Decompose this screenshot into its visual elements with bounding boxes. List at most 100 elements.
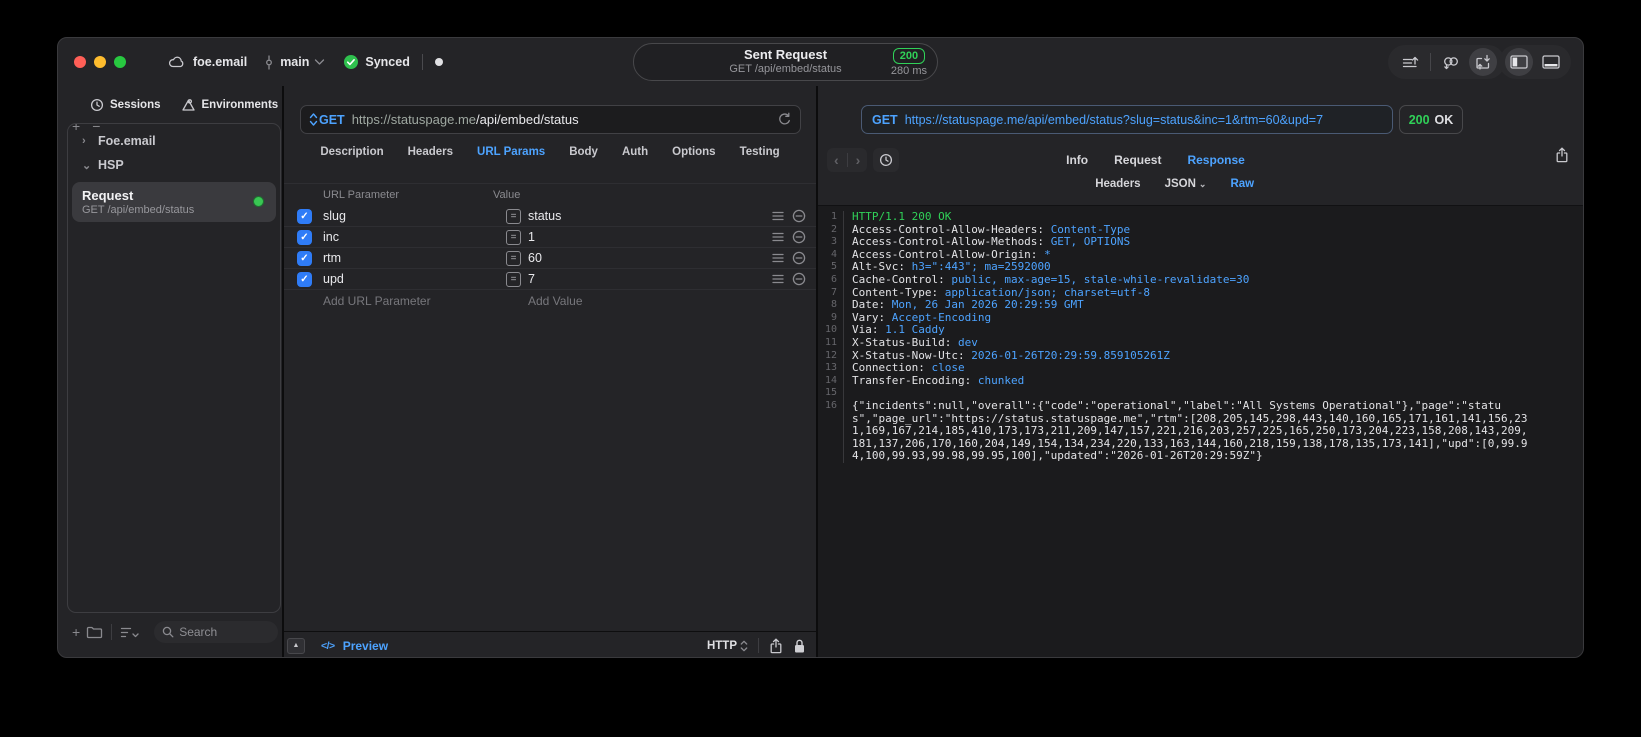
close-window-button[interactable] — [74, 56, 86, 68]
export-response-button[interactable] — [1555, 147, 1569, 163]
zoom-window-button[interactable] — [114, 56, 126, 68]
code-icon: </> — [321, 639, 335, 652]
param-checkbox[interactable]: ✓ — [297, 208, 312, 224]
request-success-dot — [253, 196, 264, 207]
http-version-selector[interactable]: HTTP — [707, 640, 748, 652]
request-tab[interactable]: Description — [320, 146, 383, 158]
project-menu[interactable]: foe.email — [168, 55, 247, 69]
import-window-icon — [1475, 54, 1490, 70]
remove-row-icon[interactable] — [792, 209, 806, 223]
toggle-bottom-panel-button[interactable] — [1537, 48, 1565, 76]
request-url-bar[interactable]: GET https://statuspage.me/api/embed/stat… — [300, 105, 801, 134]
line-number: 4 — [818, 248, 844, 262]
minimize-window-button[interactable] — [94, 56, 106, 68]
resend-request-button[interactable] — [777, 112, 792, 127]
param-name-input[interactable]: rtm — [323, 251, 506, 265]
drag-handle-icon[interactable] — [772, 211, 784, 221]
project-name: foe.email — [193, 55, 248, 69]
subtab-raw[interactable]: Raw — [1230, 178, 1254, 190]
sync-status-label: Synced — [365, 55, 410, 69]
sidebar-search-input[interactable]: Search — [154, 621, 279, 643]
remove-row-icon[interactable] — [792, 230, 806, 244]
response-body-viewer[interactable]: 1 HTTP/1.1 200 OK 2 Access-Control-Allow… — [818, 205, 1583, 657]
expand-panel-button[interactable]: ▲ — [287, 637, 305, 654]
panel-left-icon — [1510, 55, 1528, 69]
param-row: ✓ slug = status — [284, 206, 816, 227]
param-value-input[interactable]: status — [528, 209, 561, 223]
method-selector[interactable]: GET — [309, 113, 345, 127]
add-param-name-field[interactable]: Add URL Parameter — [323, 294, 506, 308]
request-tab[interactable]: Options — [672, 146, 715, 158]
sync-branches-button[interactable] — [1437, 48, 1465, 76]
import-button[interactable] — [1469, 48, 1497, 76]
line-number: 7 — [818, 286, 844, 300]
line-number: 12 — [818, 349, 844, 363]
param-checkbox[interactable]: ✓ — [297, 229, 312, 245]
status-code-badge: 200 — [892, 48, 926, 64]
drag-handle-icon[interactable] — [772, 274, 784, 284]
request-tab[interactable]: Auth — [622, 146, 648, 158]
tree-item-hsp[interactable]: ⌄ HSP — [68, 148, 280, 172]
param-value-input[interactable]: 1 — [528, 230, 535, 244]
branch-menu[interactable]: main — [263, 54, 325, 70]
toolbar-divider — [1430, 53, 1431, 71]
sync-status[interactable]: Synced — [343, 54, 410, 70]
export-button[interactable] — [1396, 48, 1424, 76]
http-stepper-icon — [740, 640, 748, 651]
share-icon — [1556, 147, 1568, 163]
request-tab[interactable]: Testing — [740, 146, 780, 158]
drag-handle-icon[interactable] — [772, 253, 784, 263]
column-header-name: URL Parameter — [323, 189, 400, 201]
line-number: 1 — [818, 211, 844, 224]
tab-response[interactable]: Response — [1187, 153, 1244, 167]
add-param-value-field[interactable]: Add Value — [506, 294, 816, 308]
line-number: 9 — [818, 311, 844, 325]
response-status-text: OK — [1434, 112, 1454, 127]
url-path: /api/embed/status — [476, 112, 579, 127]
remove-row-icon[interactable] — [792, 272, 806, 286]
line-number: 5 — [818, 261, 844, 274]
request-title-pill[interactable]: Sent Request GET /api/embed/status 200 2… — [633, 43, 938, 81]
subtab-json-dropdown[interactable]: JSON ⌄ — [1165, 178, 1207, 190]
request-tab[interactable]: URL Params — [477, 146, 545, 158]
tab-request[interactable]: Request — [1114, 153, 1161, 167]
line-number: 3 — [818, 236, 844, 249]
sent-request-method: GET — [872, 112, 898, 127]
add-request-button[interactable]: + — [72, 624, 80, 640]
subtab-headers[interactable]: Headers — [1095, 178, 1140, 190]
sort-list-icon[interactable] — [120, 626, 140, 639]
titlebar-separator — [421, 54, 423, 70]
request-list-item-selected[interactable]: Request GET /api/embed/status — [72, 182, 276, 222]
param-value-input[interactable]: 7 — [528, 272, 535, 286]
param-name-input[interactable]: slug — [323, 209, 506, 223]
equals-icon: = — [506, 250, 521, 266]
method-stepper-icon — [309, 113, 318, 126]
param-checkbox[interactable]: ✓ — [297, 271, 312, 287]
sent-request-url[interactable]: GET https://statuspage.me/api/embed/stat… — [861, 105, 1393, 134]
new-folder-icon[interactable] — [86, 625, 103, 639]
param-name-input[interactable]: inc — [323, 230, 506, 244]
param-value-input[interactable]: 60 — [528, 251, 542, 265]
tree-item-foe-email[interactable]: › Foe.email — [68, 124, 280, 148]
drag-handle-icon[interactable] — [772, 232, 784, 242]
equals-icon: = — [506, 271, 521, 287]
request-tab[interactable]: Body — [569, 146, 598, 158]
request-tab[interactable]: Headers — [408, 146, 453, 158]
remove-row-icon[interactable] — [792, 251, 806, 265]
share-icon[interactable] — [769, 638, 783, 654]
url-host: https://statuspage.me — [351, 112, 476, 127]
lock-icon[interactable] — [793, 638, 806, 654]
request-subtitle: GET /api/embed/status — [729, 63, 842, 76]
line-number: 8 — [818, 299, 844, 312]
tab-sessions[interactable]: Sessions — [90, 98, 161, 112]
sidebar: Sessions Environments + − › Foe.email ⌄ … — [66, 86, 282, 657]
param-name-input[interactable]: upd — [323, 272, 506, 286]
response-json-line: 16 {"incidents":null,"overall":{"code":"… — [818, 399, 1583, 463]
branch-icon — [266, 54, 273, 70]
tab-info[interactable]: Info — [1066, 153, 1088, 167]
param-checkbox[interactable]: ✓ — [297, 250, 312, 266]
preview-button[interactable]: </> Preview — [321, 639, 388, 653]
tab-environments[interactable]: Environments — [181, 98, 278, 112]
request-panel: GET https://statuspage.me/api/embed/stat… — [284, 86, 816, 657]
toggle-left-sidebar-button[interactable] — [1505, 48, 1533, 76]
